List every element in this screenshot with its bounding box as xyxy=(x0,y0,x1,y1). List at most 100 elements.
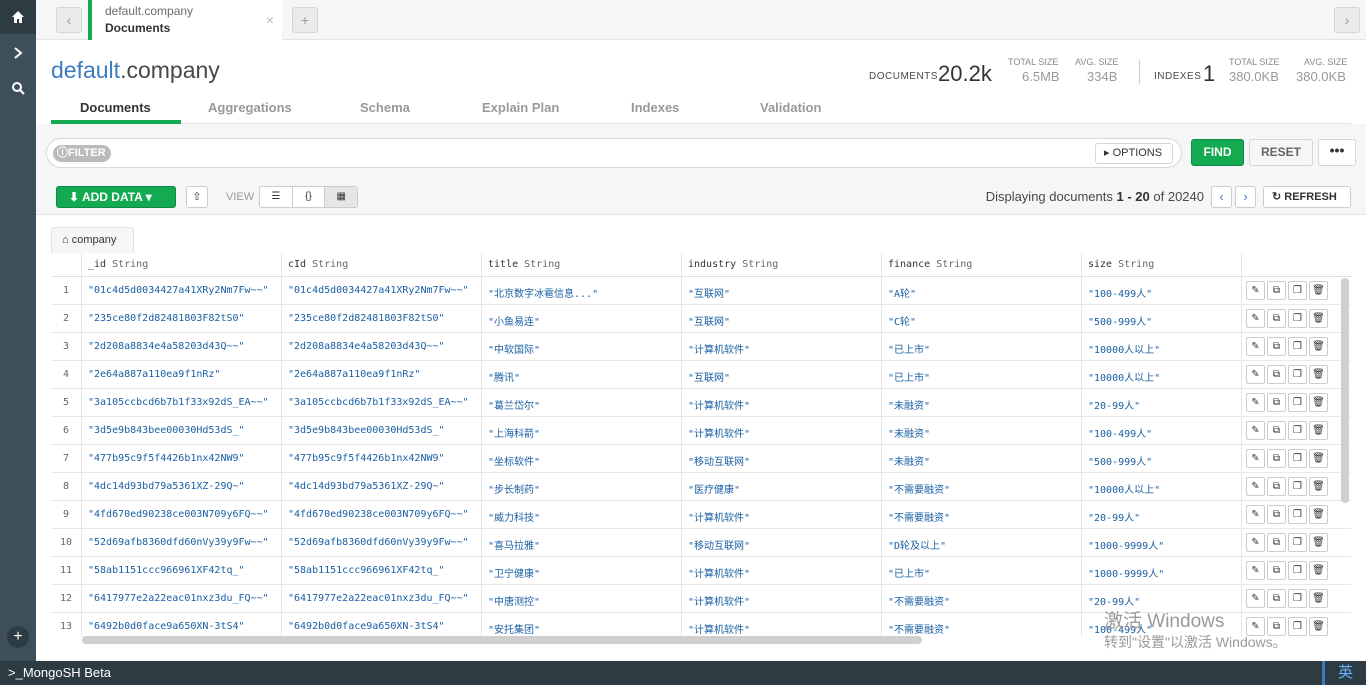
options-button[interactable]: ▸ OPTIONS xyxy=(1095,143,1173,164)
delete-icon[interactable]: 🗑 xyxy=(1309,337,1328,356)
delete-icon[interactable]: 🗑 xyxy=(1309,589,1328,608)
table-cell[interactable]: "2e64a887a110ea9f1nRz" xyxy=(288,369,478,380)
edit-icon[interactable]: ✎ xyxy=(1246,365,1265,384)
table-cell[interactable]: "3d5e9b843bee00030Hd53dS_" xyxy=(288,425,478,436)
clone-icon[interactable]: ❐ xyxy=(1288,281,1307,300)
delete-icon[interactable]: 🗑 xyxy=(1309,617,1328,636)
find-button[interactable]: FIND xyxy=(1191,139,1244,166)
delete-icon[interactable]: 🗑 xyxy=(1309,281,1328,300)
copy-icon[interactable]: ⧉ xyxy=(1267,449,1286,468)
table-cell[interactable]: "计算机软件" xyxy=(688,509,878,524)
delete-icon[interactable]: 🗑 xyxy=(1309,505,1328,524)
edit-icon[interactable]: ✎ xyxy=(1246,309,1265,328)
table-cell[interactable]: "安托集团" xyxy=(488,621,678,636)
clone-icon[interactable]: ❐ xyxy=(1288,393,1307,412)
table-cell[interactable]: "4dc14d93bd79a5361XZ-29Q~" xyxy=(288,481,478,492)
table-cell[interactable]: "D轮及以上" xyxy=(888,537,1078,552)
tab-aggregations[interactable]: Aggregations xyxy=(208,100,292,115)
table-cell[interactable]: "不需要融资" xyxy=(888,481,1078,496)
table-cell[interactable]: "互联网" xyxy=(688,313,878,328)
table-row[interactable]: 1 "01c4d5d0034427a41XRy2Nm7Fw~~" "01c4d5d0… xyxy=(51,277,1351,305)
refresh-button[interactable]: ↻ REFRESH xyxy=(1263,186,1351,208)
shell-prompt-icon[interactable] xyxy=(0,36,36,70)
table-cell[interactable]: "2e64a887a110ea9f1nRz" xyxy=(88,369,278,380)
tab-indexes[interactable]: Indexes xyxy=(631,100,679,115)
home-icon[interactable] xyxy=(0,0,36,34)
clone-icon[interactable]: ❐ xyxy=(1288,421,1307,440)
edit-icon[interactable]: ✎ xyxy=(1246,561,1265,580)
table-row[interactable]: 5 "3a105ccbcd6b7b1f33x92dS_EA~~" "3a105ccb… xyxy=(51,389,1351,417)
table-cell[interactable]: "3d5e9b843bee00030Hd53dS_" xyxy=(88,425,278,436)
table-row[interactable]: 6 "3d5e9b843bee00030Hd53dS_" "3d5e9b843bee… xyxy=(51,417,1351,445)
horizontal-scrollbar[interactable] xyxy=(82,636,922,644)
table-cell[interactable]: "52d69afb8360dfd60nVy39y9Fw~~" xyxy=(288,537,478,548)
table-cell[interactable]: "235ce80f2d82481803F82tS0" xyxy=(88,313,278,324)
clone-icon[interactable]: ❐ xyxy=(1288,505,1307,524)
table-cell[interactable]: "不需要融资" xyxy=(888,621,1078,636)
edit-icon[interactable]: ✎ xyxy=(1246,449,1265,468)
edit-icon[interactable]: ✎ xyxy=(1246,589,1265,608)
tab-schema[interactable]: Schema xyxy=(360,100,410,115)
table-row[interactable]: 9 "4fd670ed90238ce003N709y6FQ~~" "4fd670ed… xyxy=(51,501,1351,529)
tab-explain-plan[interactable]: Explain Plan xyxy=(482,100,559,115)
column-header[interactable]: title String xyxy=(488,259,560,270)
edit-icon[interactable]: ✎ xyxy=(1246,393,1265,412)
table-cell[interactable]: "3a105ccbcd6b7b1f33x92dS_EA~~" xyxy=(288,397,478,408)
table-cell[interactable]: "移动互联网" xyxy=(688,537,878,552)
table-cell[interactable]: "2d208a8834e4a58203d43Q~~" xyxy=(88,341,278,352)
tab-documents[interactable]: Documents xyxy=(80,100,151,115)
vertical-scrollbar[interactable] xyxy=(1341,278,1349,503)
export-icon[interactable]: ⇧ xyxy=(186,186,208,208)
copy-icon[interactable]: ⧉ xyxy=(1267,337,1286,356)
clone-icon[interactable]: ❐ xyxy=(1288,365,1307,384)
table-cell[interactable]: "计算机软件" xyxy=(688,593,878,608)
reset-button[interactable]: RESET xyxy=(1249,139,1313,166)
mongosh-bar[interactable]: >_MongoSH Beta 英 xyxy=(0,661,1366,685)
clone-icon[interactable]: ❐ xyxy=(1288,533,1307,552)
delete-icon[interactable]: 🗑 xyxy=(1309,477,1328,496)
table-cell[interactable]: "葛兰岱尔" xyxy=(488,397,678,412)
table-cell[interactable]: "A轮" xyxy=(888,285,1078,300)
table-cell[interactable]: "01c4d5d0034427a41XRy2Nm7Fw~~" xyxy=(88,285,278,296)
table-cell[interactable]: "不需要融资" xyxy=(888,593,1078,608)
delete-icon[interactable]: 🗑 xyxy=(1309,533,1328,552)
table-view-icon[interactable]: ▦ xyxy=(325,187,358,207)
copy-icon[interactable]: ⧉ xyxy=(1267,505,1286,524)
copy-icon[interactable]: ⧉ xyxy=(1267,533,1286,552)
new-tab-button[interactable]: + xyxy=(292,7,318,33)
table-row[interactable]: 10 "52d69afb8360dfd60nVy39y9Fw~~" "52d69af… xyxy=(51,529,1351,557)
previous-page-icon[interactable]: ‹ xyxy=(1211,186,1232,208)
table-cell[interactable]: "腾讯" xyxy=(488,369,678,384)
edit-icon[interactable]: ✎ xyxy=(1246,477,1265,496)
table-cell[interactable]: "小鱼易连" xyxy=(488,313,678,328)
table-cell[interactable]: "计算机软件" xyxy=(688,621,878,636)
table-cell[interactable]: "移动互联网" xyxy=(688,453,878,468)
next-page-icon[interactable]: › xyxy=(1235,186,1256,208)
table-cell[interactable]: "6492b0d0face9a650XN-3tS4" xyxy=(288,621,478,632)
copy-icon[interactable]: ⧉ xyxy=(1267,477,1286,496)
table-row[interactable]: 8 "4dc14d93bd79a5361XZ-29Q~" "4dc14d93bd79… xyxy=(51,473,1351,501)
table-cell[interactable]: "已上市" xyxy=(888,369,1078,384)
table-cell[interactable]: "医疗健康" xyxy=(688,481,878,496)
table-cell[interactable]: "中软国际" xyxy=(488,341,678,356)
table-cell[interactable]: "未融资" xyxy=(888,425,1078,440)
json-view-icon[interactable]: {} xyxy=(293,187,326,207)
clone-icon[interactable]: ❐ xyxy=(1288,589,1307,608)
table-cell[interactable]: "计算机软件" xyxy=(688,565,878,580)
clone-icon[interactable]: ❐ xyxy=(1288,337,1307,356)
delete-icon[interactable]: 🗑 xyxy=(1309,561,1328,580)
table-cell[interactable]: "互联网" xyxy=(688,285,878,300)
edit-icon[interactable]: ✎ xyxy=(1246,281,1265,300)
copy-icon[interactable]: ⧉ xyxy=(1267,281,1286,300)
table-cell[interactable]: "6492b0d0face9a650XN-3tS4" xyxy=(88,621,278,632)
more-options-button[interactable]: ••• xyxy=(1318,139,1356,166)
table-cell[interactable]: "中唐测控" xyxy=(488,593,678,608)
table-cell[interactable]: "未融资" xyxy=(888,397,1078,412)
table-cell[interactable]: "不需要融资" xyxy=(888,509,1078,524)
table-cell[interactable]: "52d69afb8360dfd60nVy39y9Fw~~" xyxy=(88,537,278,548)
table-cell[interactable]: "477b95c9f5f4426b1nx42NW9" xyxy=(288,453,478,464)
column-header[interactable]: size String xyxy=(1088,259,1154,270)
table-cell[interactable]: "卫宁健康" xyxy=(488,565,678,580)
delete-icon[interactable]: 🗑 xyxy=(1309,309,1328,328)
table-cell[interactable]: "步长制药" xyxy=(488,481,678,496)
